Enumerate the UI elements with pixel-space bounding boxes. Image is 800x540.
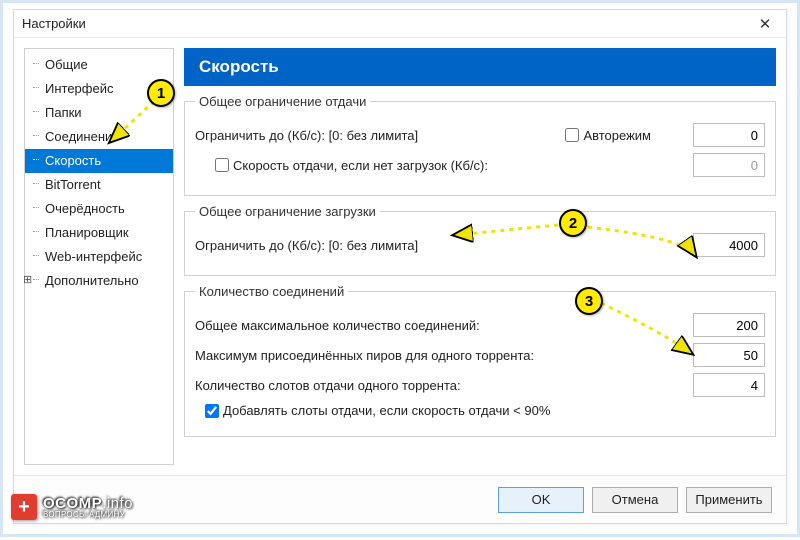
category-tree[interactable]: Общие Интерфейс Папки Соединение Скорост… [24, 48, 174, 465]
annotation-marker-1: 1 [147, 79, 175, 107]
connections-legend: Количество соединений [195, 284, 348, 299]
slots-input[interactable] [693, 373, 765, 397]
max-conn-label: Общее максимальное количество соединений… [195, 318, 480, 333]
tree-item-webui[interactable]: Web-интерфейс [25, 245, 173, 269]
download-legend: Общее ограничение загрузки [195, 204, 380, 219]
panel-header: Скорость [184, 48, 776, 86]
upload-limit-label: Ограничить до (Кб/с): [0: без лимита] [195, 128, 418, 143]
addslots-checkbox[interactable]: Добавлять слоты отдачи, если скорость от… [205, 403, 550, 418]
tree-item-advanced[interactable]: Дополнительно [25, 269, 173, 293]
auto-mode-input[interactable] [565, 128, 579, 142]
ok-button[interactable]: OK [498, 487, 584, 513]
titlebar: Настройки ✕ [14, 10, 786, 38]
apply-button[interactable]: Применить [686, 487, 772, 513]
tree-item-bittorrent[interactable]: BitTorrent [25, 173, 173, 197]
max-peers-label: Максимум присоединённых пиров для одного… [195, 348, 534, 363]
window-title: Настройки [22, 16, 86, 31]
download-limit-input[interactable] [693, 233, 765, 257]
alt-upload-value[interactable] [693, 153, 765, 177]
tree-item-scheduler[interactable]: Планировщик [25, 221, 173, 245]
settings-panel: Скорость Общее ограничение отдачи Ограни… [184, 48, 776, 465]
slots-label: Количество слотов отдачи одного торрента… [195, 378, 461, 393]
cancel-button[interactable]: Отмена [592, 487, 678, 513]
annotation-marker-3: 3 [575, 287, 603, 315]
watermark-icon: + [11, 494, 37, 520]
settings-window: Настройки ✕ Общие Интерфейс Папки Соедин… [13, 9, 787, 524]
alt-upload-checkbox[interactable]: Скорость отдачи, если нет загрузок (Кб/с… [215, 158, 488, 173]
upload-group: Общее ограничение отдачи Ограничить до (… [184, 94, 776, 196]
upload-limit-input[interactable] [693, 123, 765, 147]
connections-group: Количество соединений Общее максимальное… [184, 284, 776, 437]
close-icon[interactable]: ✕ [750, 13, 780, 35]
addslots-input[interactable] [205, 404, 219, 418]
upload-legend: Общее ограничение отдачи [195, 94, 370, 109]
max-peers-input[interactable] [693, 343, 765, 367]
auto-mode-checkbox[interactable]: Авторежим [565, 128, 651, 143]
tree-item-speed[interactable]: Скорость [25, 149, 173, 173]
annotation-marker-2: 2 [559, 209, 587, 237]
max-conn-input[interactable] [693, 313, 765, 337]
tree-item-connection[interactable]: Соединение [25, 125, 173, 149]
download-group: Общее ограничение загрузки Ограничить до… [184, 204, 776, 276]
watermark: + OCOMP.info ВОПРОСЫ АДМИНУ [11, 494, 133, 520]
tree-item-general[interactable]: Общие [25, 53, 173, 77]
tree-item-queue[interactable]: Очерёдность [25, 197, 173, 221]
alt-upload-input[interactable] [215, 158, 229, 172]
download-limit-label: Ограничить до (Кб/с): [0: без лимита] [195, 238, 418, 253]
